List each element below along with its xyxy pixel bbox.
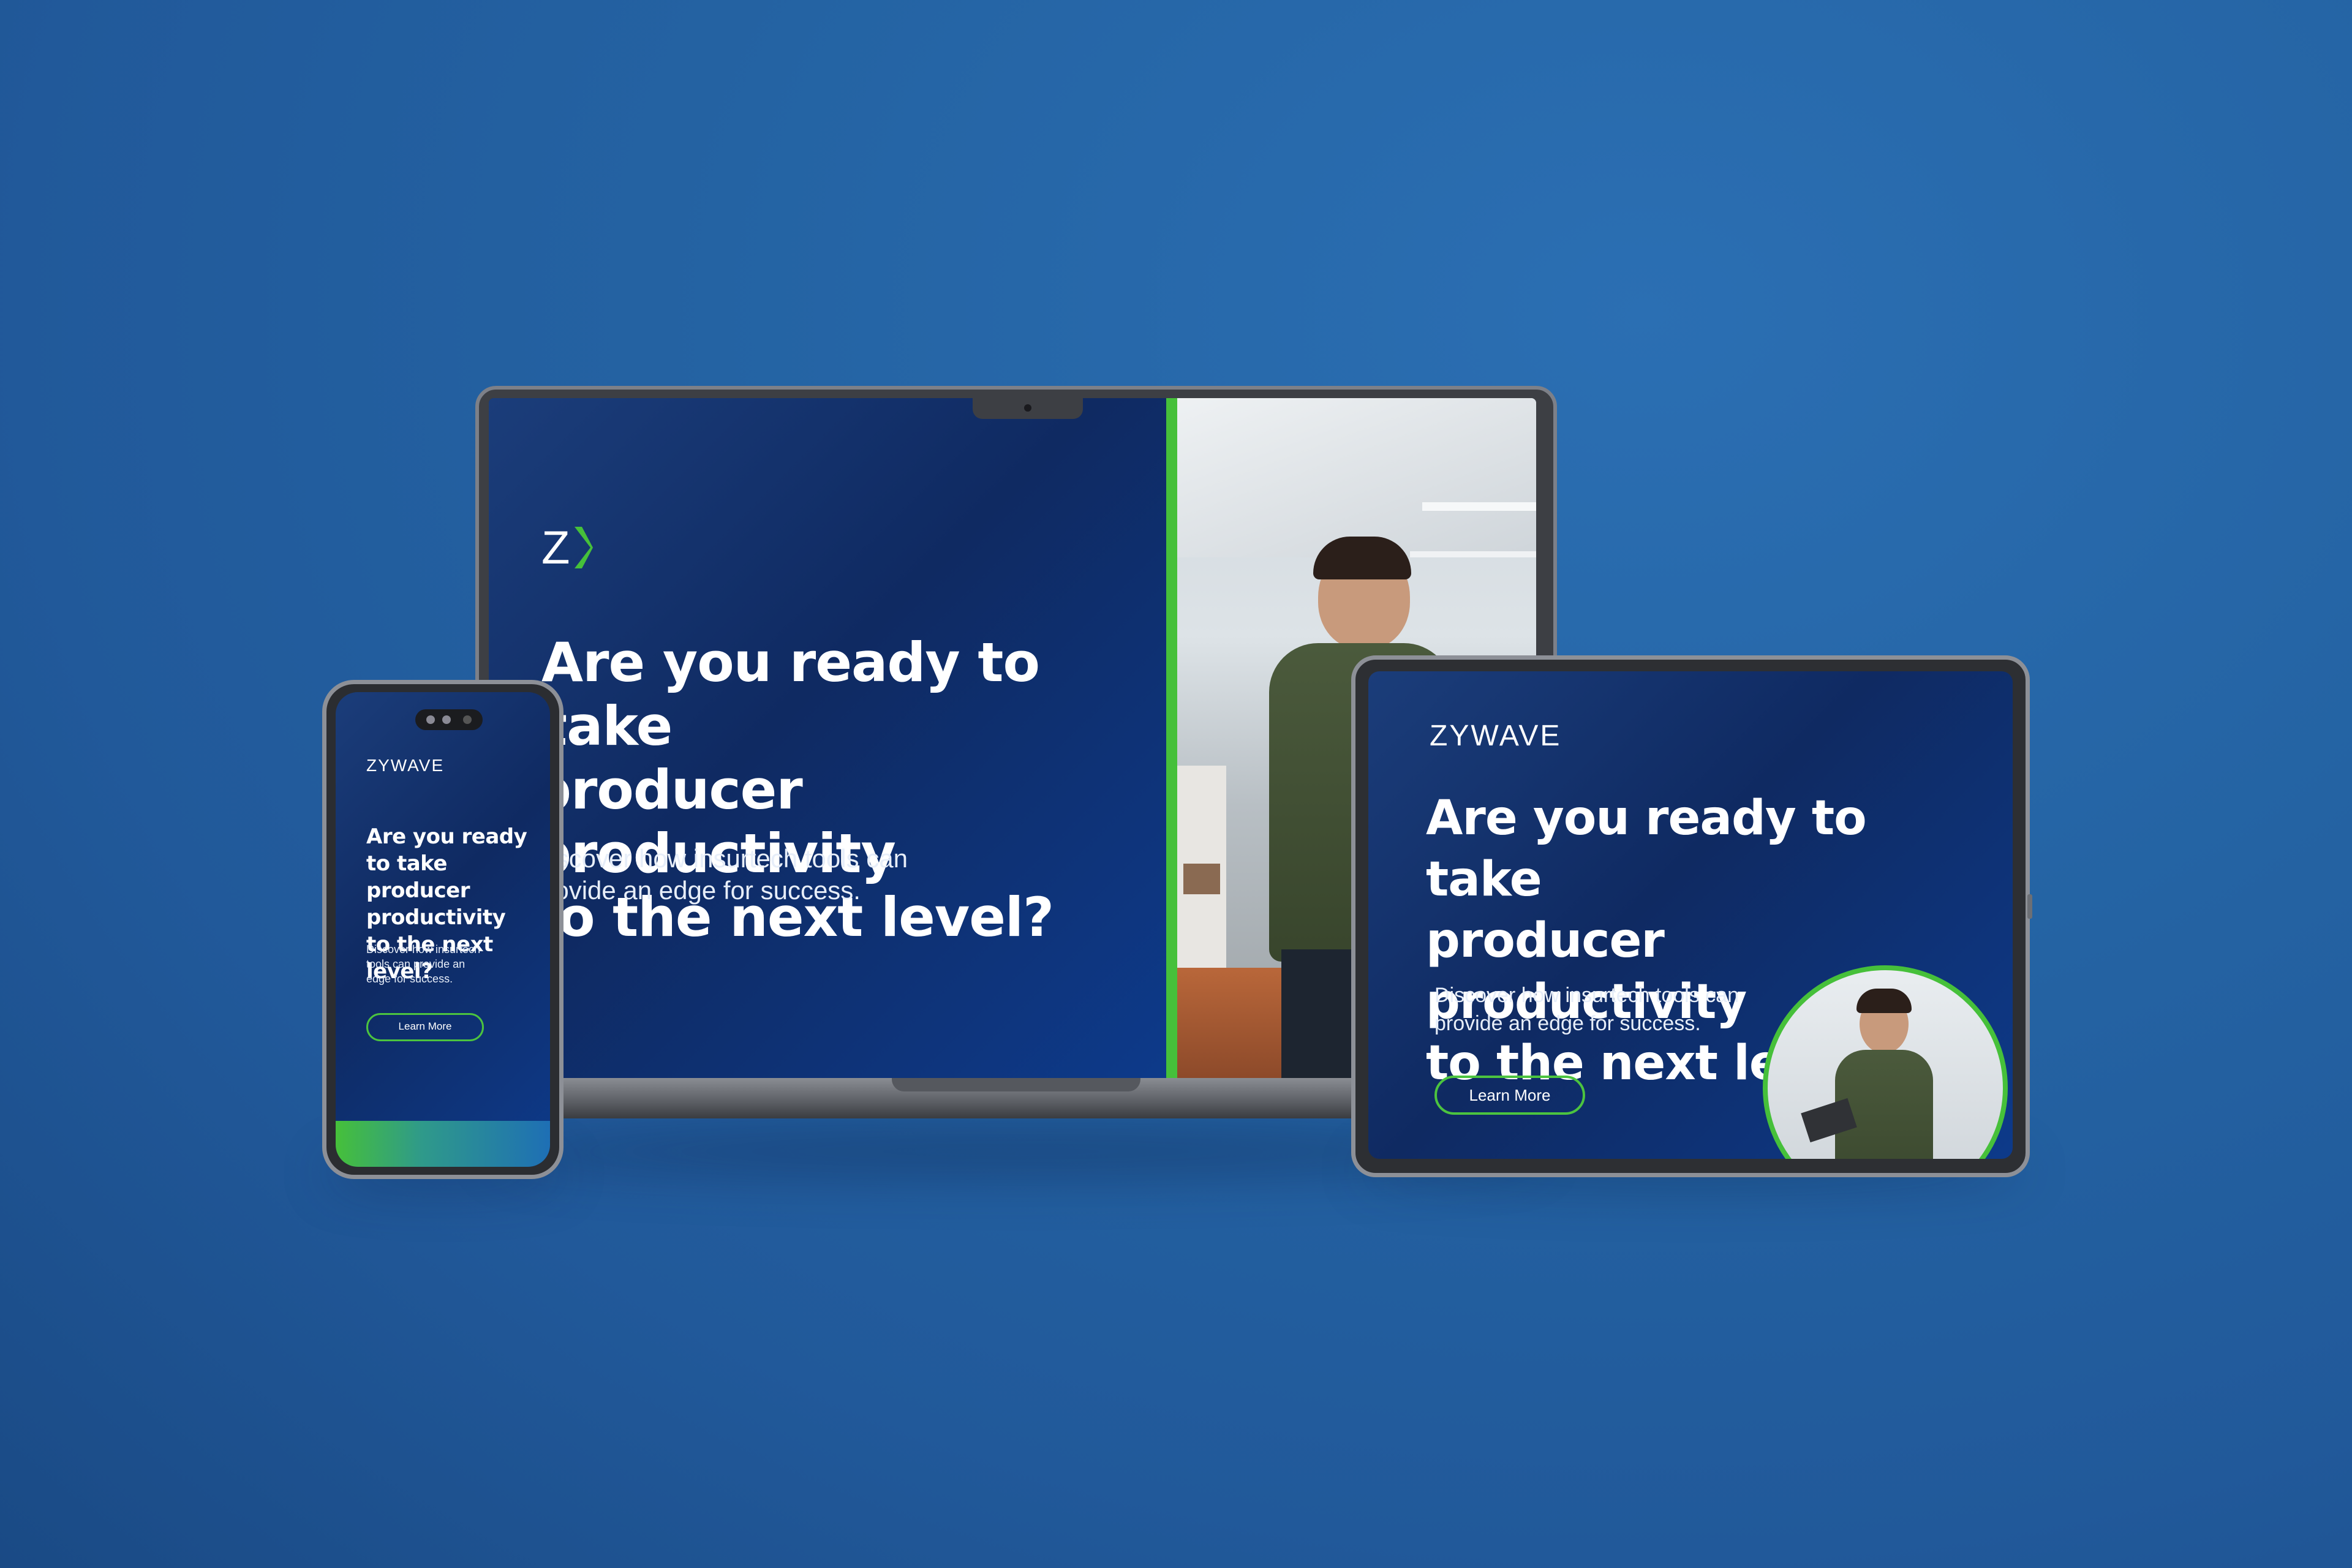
headline-line-3: productivity — [366, 905, 506, 930]
tablet-screen: ZYWAVE Are you ready to take producer pr… — [1368, 671, 2013, 1159]
laptop-hinge — [892, 1078, 1140, 1091]
zywave-logo-icon: Z — [541, 522, 594, 574]
phone-device: ZYWAVE Are you ready to take producer pr… — [322, 680, 564, 1179]
tablet-body-copy: Discover how insurtech tools can provide… — [1434, 981, 1739, 1038]
body-line-2: provide an edge for success. — [532, 876, 861, 905]
phone-screen: ZYWAVE Are you ready to take producer pr… — [336, 692, 550, 1167]
learn-more-label: Learn More — [1469, 1086, 1551, 1104]
learn-more-button[interactable]: Learn More — [1434, 1076, 1585, 1115]
brand-wordmark: ZYWAVE — [1430, 720, 1562, 752]
camera-notch — [973, 398, 1083, 419]
zywave-logo-icon: ZYWAVE — [366, 756, 444, 775]
learn-more-button[interactable]: Learn More — [366, 1013, 484, 1041]
body-line-2: tools can provide an — [366, 958, 466, 970]
body-line-3: edge for success. — [366, 973, 453, 985]
headline-line-1: Are you ready — [366, 824, 527, 849]
footer-gradient-bar — [336, 1121, 550, 1167]
headline-line-2: to take producer — [366, 851, 470, 903]
body-line-2: provide an edge for success. — [1434, 1012, 1701, 1035]
brand-wordmark: ZYWAVE — [366, 756, 445, 775]
zywave-logo-icon: ZYWAVE — [1430, 719, 1561, 753]
body-line-1: Discover how insurtech — [366, 943, 481, 956]
learn-more-label: Learn More — [398, 1020, 452, 1032]
accent-bar — [1166, 398, 1177, 1078]
body-line-1: Discover how insurtech tools can — [1434, 984, 1740, 1007]
headline-line-1: Are you ready to take — [1426, 791, 1867, 907]
phone-body-copy: Discover how insurtech tools can provide… — [366, 942, 480, 986]
headline-line-1: Are you ready to take — [541, 631, 1040, 758]
tablet-side-button — [2027, 894, 2032, 919]
chevron-right-icon — [575, 527, 594, 568]
laptop-body-copy: Discover how insurtech tools can provide… — [532, 843, 908, 907]
tablet-device: ZYWAVE Are you ready to take producer pr… — [1351, 655, 2032, 1177]
laptop-ad-panel: Z Are you ready to take producer product… — [489, 398, 1166, 1078]
body-line-1: Discover how insurtech tools can — [532, 844, 908, 873]
camera-icon — [415, 709, 483, 730]
